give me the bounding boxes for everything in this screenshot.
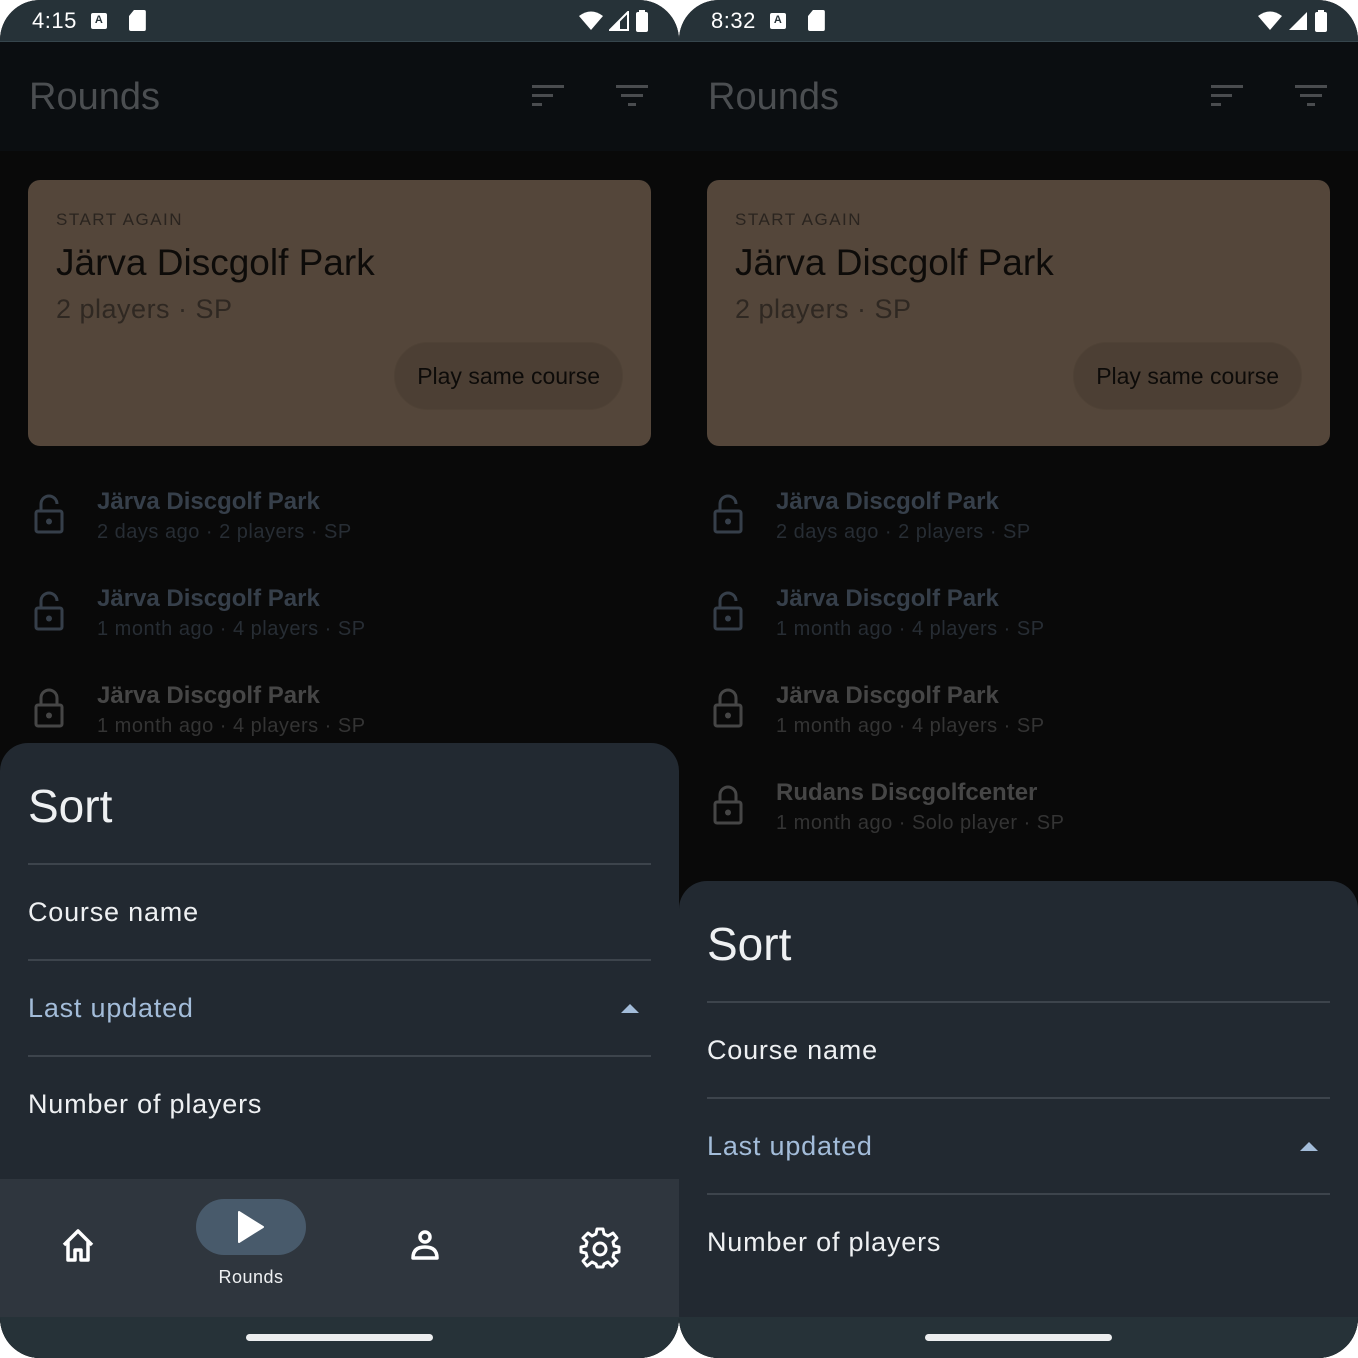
filter-icon xyxy=(1295,85,1327,106)
nav-label-rounds: Rounds xyxy=(218,1267,284,1287)
phone-screen-right: 8:32 A Rounds START AGAIN Järva Discgolf… xyxy=(679,0,1358,1358)
rounds-list: Järva Discgolf Park 2 days ago · 2 playe… xyxy=(679,476,1358,864)
gesture-bar xyxy=(0,1317,679,1358)
gear-icon xyxy=(579,1227,621,1269)
sort-bottom-sheet: Sort Course name Last updated Number of … xyxy=(0,743,679,1179)
play-same-course-button[interactable]: Play same course xyxy=(1073,342,1302,410)
list-item[interactable]: Järva Discgolf Park 1 month ago · 4 play… xyxy=(679,573,1358,670)
card-course-title: Järva Discgolf Park xyxy=(56,242,375,283)
card-overline: START AGAIN xyxy=(735,210,863,229)
sort-icon xyxy=(1211,85,1243,106)
round-course-name: Järva Discgolf Park xyxy=(97,585,320,612)
app-bar: Rounds xyxy=(679,43,1358,151)
battery-icon xyxy=(1315,9,1327,32)
battery-icon xyxy=(636,9,648,32)
autofill-notification-icon: A xyxy=(769,12,786,29)
lock-closed-icon xyxy=(34,688,64,728)
sort-option-last-updated[interactable]: Last updated xyxy=(28,959,651,1055)
nav-active-indicator xyxy=(196,1199,306,1255)
sheet-title: Sort xyxy=(28,780,113,832)
status-time: 8:32 xyxy=(711,7,756,33)
page-title: Rounds xyxy=(29,75,160,118)
round-meta: 1 month ago · 4 players · SP xyxy=(776,715,1045,737)
gesture-bar xyxy=(679,1317,1358,1358)
sort-option-label: Last updated xyxy=(707,1130,873,1161)
filter-button[interactable] xyxy=(1294,80,1328,114)
sort-bottom-sheet: Sort Course name Last updated Number of … xyxy=(679,881,1358,1317)
card-subtitle: 2 players · SP xyxy=(735,294,912,324)
list-item[interactable]: Järva Discgolf Park 2 days ago · 2 playe… xyxy=(0,476,679,573)
arrow-up-icon xyxy=(1300,1141,1318,1151)
sort-option-last-updated[interactable]: Last updated xyxy=(707,1097,1330,1193)
list-item[interactable]: Järva Discgolf Park 1 month ago · 4 play… xyxy=(0,573,679,670)
list-item[interactable]: Järva Discgolf Park 1 month ago · 4 play… xyxy=(679,670,1358,767)
round-course-name: Järva Discgolf Park xyxy=(776,585,999,612)
round-course-name: Järva Discgolf Park xyxy=(97,488,320,515)
round-meta: 1 month ago · 4 players · SP xyxy=(776,618,1045,640)
lock-open-icon xyxy=(713,591,743,631)
play-same-course-button[interactable]: Play same course xyxy=(394,342,623,410)
play-icon xyxy=(238,1211,264,1243)
round-meta: 1 month ago · Solo player · SP xyxy=(776,812,1065,834)
round-meta: 1 month ago · 4 players · SP xyxy=(97,618,366,640)
autofill-notification-icon: A xyxy=(90,12,107,29)
wifi-icon xyxy=(579,11,603,30)
lock-closed-icon xyxy=(713,785,743,825)
nav-item-rounds[interactable]: Rounds xyxy=(196,1179,306,1317)
signal-icon xyxy=(609,10,629,31)
lock-open-icon xyxy=(34,591,64,631)
sd-card-icon xyxy=(807,10,825,31)
list-item[interactable]: Rudans Discgolfcenter 1 month ago · Solo… xyxy=(679,767,1358,864)
card-overline: START AGAIN xyxy=(56,210,184,229)
lock-open-icon xyxy=(34,494,64,534)
filter-icon xyxy=(616,85,648,106)
round-course-name: Järva Discgolf Park xyxy=(776,488,999,515)
sort-button[interactable] xyxy=(531,80,565,114)
sort-icon xyxy=(532,85,564,106)
start-again-card: START AGAIN Järva Discgolf Park 2 player… xyxy=(707,180,1330,446)
filter-button[interactable] xyxy=(615,80,649,114)
status-bar: 8:32 A xyxy=(679,0,1358,42)
page-title: Rounds xyxy=(708,75,839,118)
sort-option-course-name[interactable]: Course name xyxy=(28,863,651,959)
round-course-name: Rudans Discgolfcenter xyxy=(776,779,1038,806)
bottom-navigation: Rounds xyxy=(0,1179,679,1317)
person-icon xyxy=(411,1230,439,1260)
home-gesture-handle[interactable] xyxy=(246,1334,433,1341)
sort-option-number-of-players[interactable]: Number of players xyxy=(28,1055,651,1151)
home-gesture-handle[interactable] xyxy=(925,1334,1112,1341)
app-bar: Rounds xyxy=(0,43,679,151)
round-course-name: Järva Discgolf Park xyxy=(97,682,320,709)
home-icon xyxy=(62,1229,94,1262)
arrow-up-icon xyxy=(621,1003,639,1013)
wifi-icon xyxy=(1258,11,1282,30)
round-meta: 2 days ago · 2 players · SP xyxy=(97,521,352,543)
sort-option-label: Last updated xyxy=(28,992,194,1023)
round-meta: 1 month ago · 4 players · SP xyxy=(97,715,366,737)
rounds-list: Järva Discgolf Park 2 days ago · 2 playe… xyxy=(0,476,679,767)
signal-icon xyxy=(1289,11,1307,30)
card-subtitle: 2 players · SP xyxy=(56,294,233,324)
lock-open-icon xyxy=(713,494,743,534)
card-course-title: Järva Discgolf Park xyxy=(735,242,1054,283)
start-again-card: START AGAIN Järva Discgolf Park 2 player… xyxy=(28,180,651,446)
list-item[interactable]: Järva Discgolf Park 2 days ago · 2 playe… xyxy=(679,476,1358,573)
sheet-title: Sort xyxy=(707,918,792,970)
status-time: 4:15 xyxy=(32,7,77,33)
lock-closed-icon xyxy=(713,688,743,728)
sd-card-icon xyxy=(128,10,146,31)
sort-option-number-of-players[interactable]: Number of players xyxy=(707,1193,1330,1289)
phone-screen-left: 4:15 A Rounds START AGAIN Järva Discgolf… xyxy=(0,0,679,1358)
sort-option-course-name[interactable]: Course name xyxy=(707,1001,1330,1097)
round-meta: 2 days ago · 2 players · SP xyxy=(776,521,1031,543)
sort-button[interactable] xyxy=(1210,80,1244,114)
status-bar: 4:15 A xyxy=(0,0,679,42)
round-course-name: Järva Discgolf Park xyxy=(776,682,999,709)
